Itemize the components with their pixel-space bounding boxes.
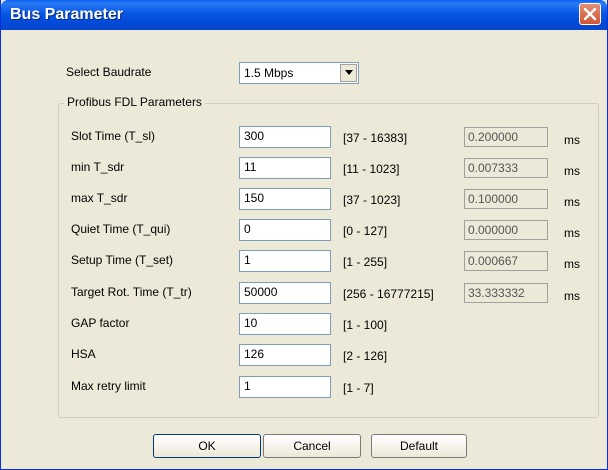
param-range: [1 - 7] <box>343 381 374 395</box>
param-range: [1 - 255] <box>343 255 388 269</box>
baudrate-value: 1.5 Mbps <box>244 66 294 80</box>
param-label: Target Rot. Time (T_tr) <box>71 285 192 299</box>
group-title: Profibus FDL Parameters <box>64 95 205 109</box>
param-input[interactable]: 1 <box>239 376 331 398</box>
param-time: 0.000000 <box>464 220 548 240</box>
ok-button[interactable]: OK <box>153 434 261 458</box>
param-input[interactable]: 50000 <box>239 282 331 304</box>
dialog-title: Bus Parameter <box>10 6 123 23</box>
param-range: [256 - 16777215] <box>343 287 434 301</box>
param-label: Setup Time (T_set) <box>71 253 174 267</box>
cancel-button[interactable]: Cancel <box>263 434 361 458</box>
title-bar[interactable]: Bus Parameter <box>1 0 607 30</box>
param-unit: ms <box>564 164 580 178</box>
close-icon <box>583 7 597 21</box>
param-label: Quiet Time (T_qui) <box>71 222 171 236</box>
param-label: GAP factor <box>71 316 130 330</box>
param-time: 0.007333 <box>464 158 548 178</box>
param-range: [11 - 1023] <box>343 162 400 176</box>
param-range: [37 - 1023] <box>343 193 401 207</box>
param-range: [37 - 16383] <box>343 131 408 145</box>
param-input[interactable]: 0 <box>239 219 331 241</box>
param-unit: ms <box>564 195 580 209</box>
dropdown-button[interactable] <box>340 64 357 82</box>
param-label: Slot Time (T_sl) <box>71 129 156 143</box>
param-label: max T_sdr <box>71 191 128 205</box>
close-button[interactable] <box>579 3 601 25</box>
bus-parameter-dialog: Bus Parameter Select Baudrate 1.5 Mbps P… <box>0 0 608 470</box>
param-time: 33.333332 <box>464 283 548 303</box>
baudrate-select[interactable]: 1.5 Mbps <box>239 62 359 84</box>
param-time: 0.000667 <box>464 251 548 271</box>
param-unit: ms <box>564 226 580 240</box>
param-unit: ms <box>564 133 580 147</box>
param-time: 0.200000 <box>464 127 548 147</box>
param-range: [1 - 100] <box>343 318 388 332</box>
param-range: [2 - 126] <box>343 349 388 363</box>
param-input[interactable]: 300 <box>239 126 331 148</box>
param-input[interactable]: 126 <box>239 344 331 366</box>
baudrate-label: Select Baudrate <box>66 65 152 79</box>
param-label: min T_sdr <box>71 160 125 174</box>
param-label: Max retry limit <box>71 379 146 393</box>
param-input[interactable]: 11 <box>239 157 331 179</box>
param-time: 0.100000 <box>464 189 548 209</box>
param-unit: ms <box>564 257 580 271</box>
default-button[interactable]: Default <box>371 434 467 458</box>
param-unit: ms <box>564 289 580 303</box>
param-input[interactable]: 150 <box>239 188 331 210</box>
param-label: HSA <box>71 347 96 361</box>
chevron-down-icon <box>345 70 353 75</box>
param-range: [0 - 127] <box>343 224 388 238</box>
param-input[interactable]: 10 <box>239 313 331 335</box>
param-input[interactable]: 1 <box>239 250 331 272</box>
